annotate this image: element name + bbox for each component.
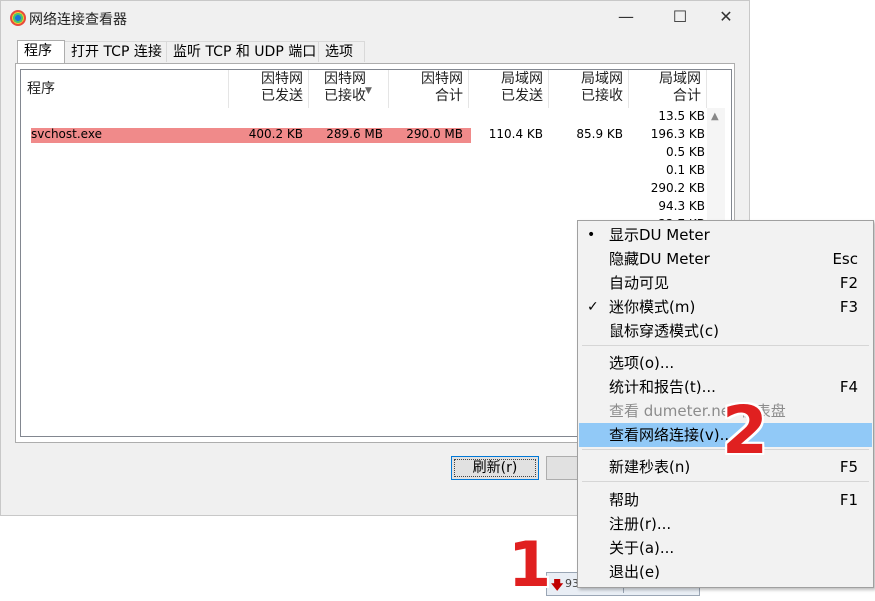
menu-separator (582, 481, 869, 482)
download-arrow-icon: 🡇 (551, 578, 564, 592)
lan-total-cell: 196.3 KB (650, 127, 705, 141)
window-title: 网络连接查看器 (29, 12, 127, 28)
lan-total-cell: 290.2 KB (650, 181, 705, 195)
tab-open-tcp[interactable]: 打开 TCP 连接 (65, 41, 167, 62)
minimize-button[interactable]: — (603, 5, 649, 29)
lan-total-cell: 94.3 KB (658, 199, 705, 213)
cell-inet-sent: 400.2 KB (248, 127, 303, 141)
menu-item-options[interactable]: 选项(o)... (579, 351, 872, 375)
lan-total-cell: 0.1 KB (666, 163, 705, 177)
cell-lan-sent: 110.4 KB (488, 127, 543, 141)
bullet-icon: • (587, 227, 596, 243)
menu-item-mini-mode[interactable]: ✓ 迷你模式(m) F3 (579, 295, 872, 319)
column-header-lan-total[interactable]: 局域网 合计 (629, 70, 707, 108)
column-header-inet-sent[interactable]: 因特网 已发送 (229, 70, 309, 108)
cell-inet-recv: 289.6 MB (326, 127, 383, 141)
checkmark-icon: ✓ (587, 299, 599, 315)
tab-listening-ports[interactable]: 监听 TCP 和 UDP 端口 (167, 41, 319, 62)
menu-item-auto-visible[interactable]: 自动可见 F2 (579, 271, 872, 295)
menu-item-about[interactable]: 关于(a)... (579, 536, 872, 560)
column-header-inet-total[interactable]: 因特网 合计 (389, 70, 469, 108)
menu-item-exit[interactable]: 退出(e) (579, 560, 872, 584)
menu-item-hide-du-meter[interactable]: 隐藏DU Meter Esc (579, 247, 872, 271)
menu-item-help[interactable]: 帮助 F1 (579, 488, 872, 512)
refresh-button[interactable]: 刷新(r) (451, 456, 539, 480)
cell-inet-total: 290.0 MB (406, 127, 463, 141)
list-header: 程序 因特网 已发送 因特网 已接收 因特网 合计 局域网 已发送 局域网 已接收 局域网… (21, 70, 731, 108)
menu-item-show-du-meter[interactable]: • 显示DU Meter (579, 223, 872, 247)
cell-program: svchost.exe (31, 127, 102, 141)
column-header-inet-recv[interactable]: 因特网 已接收 (309, 70, 389, 108)
table-row[interactable]: svchost.exe 400.2 KB 289.6 MB 290.0 MB 1… (21, 126, 711, 143)
secondary-button[interactable] (546, 456, 580, 480)
lan-total-cell: 0.5 KB (666, 145, 705, 159)
focus-ring (454, 459, 536, 477)
scroll-up-icon[interactable]: ▲ (711, 111, 719, 122)
tab-options[interactable]: 选项 (319, 41, 365, 62)
sort-descending-icon: ▼ (365, 86, 372, 96)
menu-item-click-through[interactable]: 鼠标穿透模式(c) (579, 319, 872, 343)
title-bar[interactable]: 网络连接查看器 — ☐ ✕ (1, 1, 749, 33)
close-button[interactable]: ✕ (703, 5, 749, 29)
step-1-annotation: 1 (508, 528, 552, 601)
menu-item-register[interactable]: 注册(r)... (579, 512, 872, 536)
column-header-program[interactable]: 程序 (21, 70, 229, 108)
maximize-button[interactable]: ☐ (657, 5, 703, 29)
step-2-annotation: 2 (722, 392, 768, 469)
column-header-lan-recv[interactable]: 局域网 已接收 (549, 70, 629, 108)
tab-programs[interactable]: 程序 (17, 40, 65, 63)
cell-lan-recv: 85.9 KB (576, 127, 623, 141)
menu-separator (582, 345, 869, 346)
app-icon (10, 10, 26, 26)
column-header-lan-sent[interactable]: 局域网 已发送 (469, 70, 549, 108)
lan-total-cell: 13.5 KB (658, 109, 705, 123)
